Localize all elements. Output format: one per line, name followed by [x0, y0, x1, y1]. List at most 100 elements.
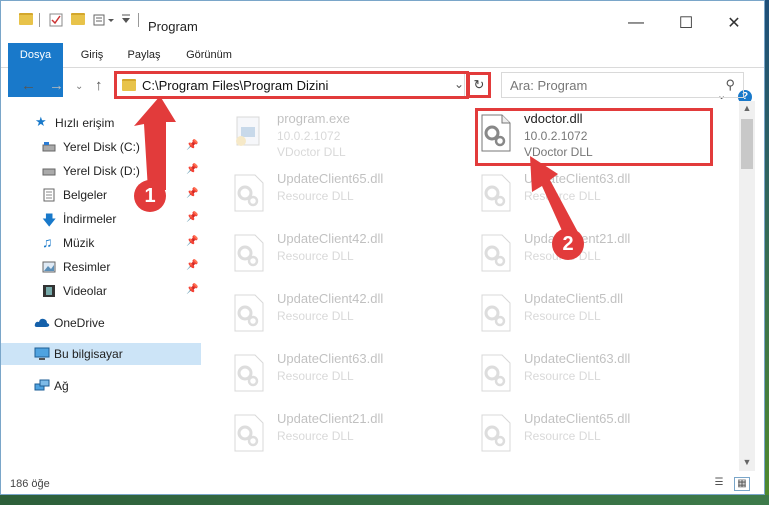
sidebar-item-quick-access[interactable]: ★ Hızlı erişim [1, 112, 201, 134]
sidebar-item-pictures[interactable]: Resimler 📌 [1, 256, 201, 278]
close-button[interactable]: ✕ [714, 9, 754, 37]
scroll-up-icon[interactable]: ▲ [741, 103, 753, 113]
file-item[interactable]: UpdateClient5.dll Resource DLL [478, 289, 718, 343]
file-item[interactable]: UpdateClient42.dll Resource DLL [231, 289, 471, 343]
vertical-scrollbar[interactable]: ▲ ▼ [739, 101, 755, 471]
file-item[interactable]: UpdateClient63.dll Resource DLL [478, 349, 718, 403]
file-description: VDoctor DLL [277, 145, 346, 159]
forward-button[interactable]: → [49, 77, 64, 94]
status-bar: 186 öğe [1, 473, 764, 495]
sidebar-item-disk-c[interactable]: Yerel Disk (C:) 📌 [1, 136, 201, 158]
properties-icon[interactable] [49, 13, 63, 27]
pin-icon[interactable]: 📌 [186, 140, 198, 151]
dll-gear-icon [231, 353, 267, 393]
file-item[interactable]: UpdateClient21.dll Resource DLL [478, 229, 718, 283]
file-name: UpdateClient63.dll [277, 351, 384, 366]
tab-share[interactable]: Paylaş [121, 43, 167, 67]
file-name: UpdateClient21.dll [277, 411, 384, 426]
search-box[interactable]: Ara: Program ⚲ [501, 72, 744, 98]
title-bar: Program — ☐ ✕ [1, 1, 764, 41]
file-highlight-box [475, 108, 713, 166]
file-description: Resource DLL [524, 309, 601, 323]
tab-view[interactable]: Görünüm [179, 43, 239, 67]
window-title: Program [148, 19, 198, 34]
file-name: UpdateClient65.dll [524, 411, 631, 426]
drive-icon [42, 140, 56, 154]
file-item[interactable]: UpdateClient63.dll Resource DLL [478, 169, 718, 223]
dll-gear-icon [478, 233, 514, 273]
minimize-button[interactable]: — [616, 9, 656, 37]
view-icon[interactable] [93, 13, 115, 27]
search-input[interactable]: Ara: Program [510, 78, 587, 93]
item-count: 186 öğe [10, 478, 50, 490]
download-icon: 🡇 [42, 212, 57, 228]
file-item[interactable]: UpdateClient63.dll Resource DLL [231, 349, 471, 403]
computer-icon [34, 347, 50, 361]
tab-home[interactable]: Giriş [71, 43, 113, 67]
sidebar-item-music[interactable]: ♫ Müzik 📌 [1, 232, 201, 254]
dll-gear-icon [231, 173, 267, 213]
refresh-button[interactable]: ↻ [467, 72, 491, 98]
file-item[interactable]: UpdateClient21.dll Resource DLL [231, 409, 471, 463]
drive-icon [42, 164, 56, 178]
explorer-window: Program — ☐ ✕ Dosya Giriş Paylaş Görünüm… [0, 0, 765, 495]
scroll-thumb[interactable] [741, 119, 753, 169]
file-name: program.exe [277, 111, 350, 126]
sidebar-item-documents[interactable]: Belgeler 📌 [1, 184, 201, 206]
file-description: Resource DLL [524, 189, 601, 203]
up-button[interactable]: ↑ [95, 77, 103, 94]
ribbon-tabs: Dosya Giriş Paylaş Görünüm ⌄ ? [1, 43, 764, 104]
details-view-icon[interactable]: ☰ [712, 477, 726, 489]
file-item[interactable]: UpdateClient65.dll Resource DLL [478, 409, 718, 463]
scroll-down-icon[interactable]: ▼ [741, 457, 753, 467]
star-icon: ★ [35, 114, 47, 129]
sidebar-item-disk-d[interactable]: Yerel Disk (D:) 📌 [1, 160, 201, 182]
file-description: Resource DLL [524, 369, 601, 383]
pictures-icon [42, 260, 56, 274]
cloud-icon [34, 316, 50, 330]
pin-icon[interactable]: 📌 [186, 164, 198, 175]
pin-icon[interactable]: 📌 [186, 236, 198, 247]
new-folder-icon[interactable] [71, 13, 85, 25]
file-name: UpdateClient63.dll [524, 351, 631, 366]
sidebar-item-downloads[interactable]: 🡇 İndirmeler 📌 [1, 208, 201, 230]
pin-icon[interactable]: 📌 [186, 212, 198, 223]
pin-icon[interactable]: 📌 [186, 188, 198, 199]
video-icon [42, 284, 56, 298]
music-icon: ♫ [42, 234, 53, 250]
customize-toolbar-icon[interactable] [121, 13, 131, 25]
file-name: UpdateClient5.dll [524, 291, 624, 306]
step-badge-1: 1 [134, 180, 166, 212]
sidebar-item-videos[interactable]: Videolar 📌 [1, 280, 201, 302]
dll-gear-icon [231, 293, 267, 333]
recent-locations-icon[interactable]: ⌄ [75, 81, 83, 92]
dll-gear-icon [231, 233, 267, 273]
file-description: Resource DLL [277, 249, 354, 263]
documents-icon [42, 188, 56, 202]
file-version: 10.0.2.1072 [277, 129, 341, 143]
step-badge-2: 2 [552, 228, 584, 260]
file-description: Resource DLL [277, 429, 354, 443]
folder-icon [19, 13, 33, 25]
pin-icon[interactable]: 📌 [186, 284, 198, 295]
sidebar-item-network[interactable]: Ağ [1, 375, 201, 397]
file-item-program-exe[interactable]: program.exe 10.0.2.1072 VDoctor DLL [231, 109, 471, 163]
pin-icon[interactable]: 📌 [186, 260, 198, 271]
file-item[interactable]: UpdateClient65.dll Resource DLL [231, 169, 471, 223]
file-name: UpdateClient65.dll [277, 171, 384, 186]
maximize-button[interactable]: ☐ [666, 9, 706, 37]
file-name: UpdateClient42.dll [277, 231, 384, 246]
file-name: UpdateClient63.dll [524, 171, 631, 186]
dll-gear-icon [478, 353, 514, 393]
dll-gear-icon [478, 413, 514, 453]
address-highlight-box [114, 71, 469, 99]
exe-icon [231, 113, 267, 153]
network-icon [34, 379, 50, 393]
sidebar-item-onedrive[interactable]: OneDrive [1, 312, 201, 334]
dll-gear-icon [478, 293, 514, 333]
sidebar-item-this-pc[interactable]: Bu bilgisayar [1, 343, 201, 365]
back-button[interactable]: ← [21, 77, 36, 94]
file-item[interactable]: UpdateClient42.dll Resource DLL [231, 229, 471, 283]
tiles-view-icon[interactable]: ▦ [734, 477, 750, 491]
file-name: UpdateClient42.dll [277, 291, 384, 306]
